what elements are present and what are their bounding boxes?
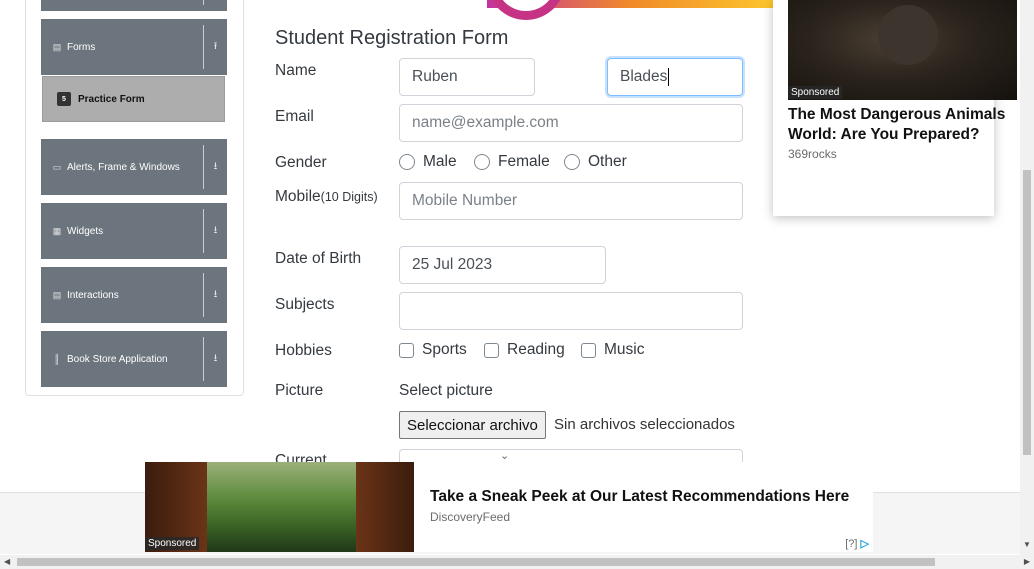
sidebar-group-widgets[interactable]: ▦ Widgets ⭳ (41, 203, 227, 259)
books-icon: ║ (53, 354, 61, 364)
checkbox-box (581, 342, 596, 358)
ad-source[interactable]: 369rocks (788, 147, 837, 161)
sidebar-item-practice-form[interactable]: 5 Practice Form (42, 76, 225, 122)
mobile-number-input[interactable]: Mobile Number (399, 182, 743, 220)
list-icon: ▤ (52, 41, 62, 52)
scroll-right-arrow-icon[interactable]: ▶ (1024, 557, 1030, 566)
window-frame-right (356, 462, 414, 552)
sidebar-group-label: Interactions (67, 289, 119, 301)
scroll-down-arrow-icon[interactable]: ▼ (1023, 540, 1031, 549)
choose-file-button[interactable]: Seleccionar archivo (399, 411, 546, 439)
chevron-down-icon: ⭳ (213, 160, 218, 172)
sponsored-badge: Sponsored (145, 537, 200, 550)
ad-source[interactable]: DiscoveryFeed (430, 510, 510, 524)
banner-logo (487, 0, 565, 20)
adchoices-logo-icon: ▷ (860, 538, 869, 550)
sponsored-ad-bottom[interactable]: Sponsored Take a Sneak Peek at Our Lates… (145, 462, 873, 552)
last-name-input[interactable]: Blades (607, 58, 743, 96)
mobile-label-text: Mobile (275, 188, 321, 205)
radio-label: Female (498, 153, 550, 170)
subjects-input[interactable] (399, 292, 743, 330)
checkbox-box (399, 342, 414, 358)
radio-label: Other (588, 153, 627, 170)
checkbox-box (484, 342, 499, 358)
ad-title[interactable]: The Most Dangerous Animals World: Are Yo… (788, 105, 1018, 145)
name-label: Name (275, 62, 317, 79)
sidebar-group-label: Widgets (67, 225, 104, 237)
scrollbar-thumb[interactable] (17, 558, 935, 566)
page-title: Student Registration Form (275, 27, 509, 49)
window-icon: ▭ (52, 161, 62, 172)
date-of-birth-input[interactable]: 25 Jul 2023 (399, 246, 606, 284)
email-label: Email (275, 108, 314, 125)
vertical-scrollbar[interactable]: ▼ (1020, 0, 1034, 555)
subjects-label: Subjects (275, 296, 335, 313)
gender-radio-male[interactable]: Male (399, 153, 457, 171)
text-cursor (668, 68, 670, 86)
grid-icon: ▦ (52, 225, 62, 236)
checkbox-label: Reading (507, 341, 565, 358)
sponsored-ad-right[interactable]: Sponsored The Most Dangerous Animals Wor… (773, 0, 1017, 216)
mobile-hint: (10 Digits) (320, 190, 378, 204)
hobbies-label: Hobbies (275, 342, 332, 359)
file-status: Sin archivos seleccionados (554, 416, 735, 433)
chevron-down-icon: ⭳ (213, 288, 218, 300)
gender-label: Gender (275, 154, 327, 171)
gender-radio-female[interactable]: Female (474, 153, 550, 171)
sidebar-group-label: Alerts, Frame & Windows (67, 161, 180, 173)
adchoice-text: [?] (845, 538, 858, 550)
animal-image (878, 5, 938, 65)
sponsored-badge: Sponsored (788, 86, 843, 99)
hobby-checkbox-music[interactable]: Music (581, 341, 644, 359)
picture-label: Picture (275, 382, 324, 399)
sidebar-group-label: Book Store Application (67, 353, 168, 365)
radio-circle (399, 154, 415, 170)
sidebar-group-alerts[interactable]: ▭ Alerts, Frame & Windows ⭳ (41, 139, 227, 195)
hobby-checkbox-reading[interactable]: Reading (484, 341, 565, 359)
dob-label: Date of Birth (275, 250, 362, 267)
list-icon: ▤ (52, 289, 62, 300)
mobile-label: Mobile(10 Digits) (275, 186, 401, 208)
first-name-value: Ruben (412, 68, 458, 85)
ad-image (788, 0, 1017, 100)
radio-label: Male (423, 153, 457, 170)
html5-icon: 5 (57, 92, 71, 106)
top-banner-ad[interactable] (487, 0, 773, 20)
sidebar-group-interactions[interactable]: ▤ Interactions ⭳ (41, 267, 227, 323)
hobby-checkbox-sports[interactable]: Sports (399, 341, 467, 359)
adchoices-icon[interactable]: [?] ▷ (845, 537, 869, 550)
checkbox-label: Music (604, 341, 645, 358)
email-field[interactable]: name@example.com (399, 104, 743, 142)
chevron-down-icon: ⌄ (500, 450, 510, 462)
scrollbar-thumb[interactable] (1023, 170, 1031, 455)
chevron-down-icon: ⭳ (213, 352, 218, 364)
radio-circle (474, 154, 490, 170)
sidebar-group-elements[interactable]: ⭳ (41, 0, 227, 11)
last-name-value: Blades (620, 68, 668, 85)
chevron-down-icon: ⭳ (213, 224, 218, 236)
ad-title[interactable]: Take a Sneak Peek at Our Latest Recommen… (430, 488, 849, 506)
radio-circle (564, 154, 580, 170)
sidebar-item-label: Practice Form (78, 93, 145, 105)
scroll-left-arrow-icon[interactable]: ◀ (4, 557, 10, 566)
sidebar-group-forms[interactable]: ▤ Forms ⭱ (41, 19, 227, 75)
first-name-input[interactable]: Ruben (399, 58, 535, 96)
horizontal-scrollbar[interactable]: ◀ ▶ (0, 555, 1034, 569)
gender-radio-other[interactable]: Other (564, 153, 627, 171)
chevron-up-icon: ⭱ (213, 40, 218, 52)
separator (203, 0, 204, 5)
sidebar-group-label: Forms (67, 41, 96, 53)
checkbox-label: Sports (422, 341, 467, 358)
select-picture-label: Select picture (399, 382, 493, 399)
sidebar-group-book-store[interactable]: ║ Book Store Application ⭳ (41, 331, 227, 387)
